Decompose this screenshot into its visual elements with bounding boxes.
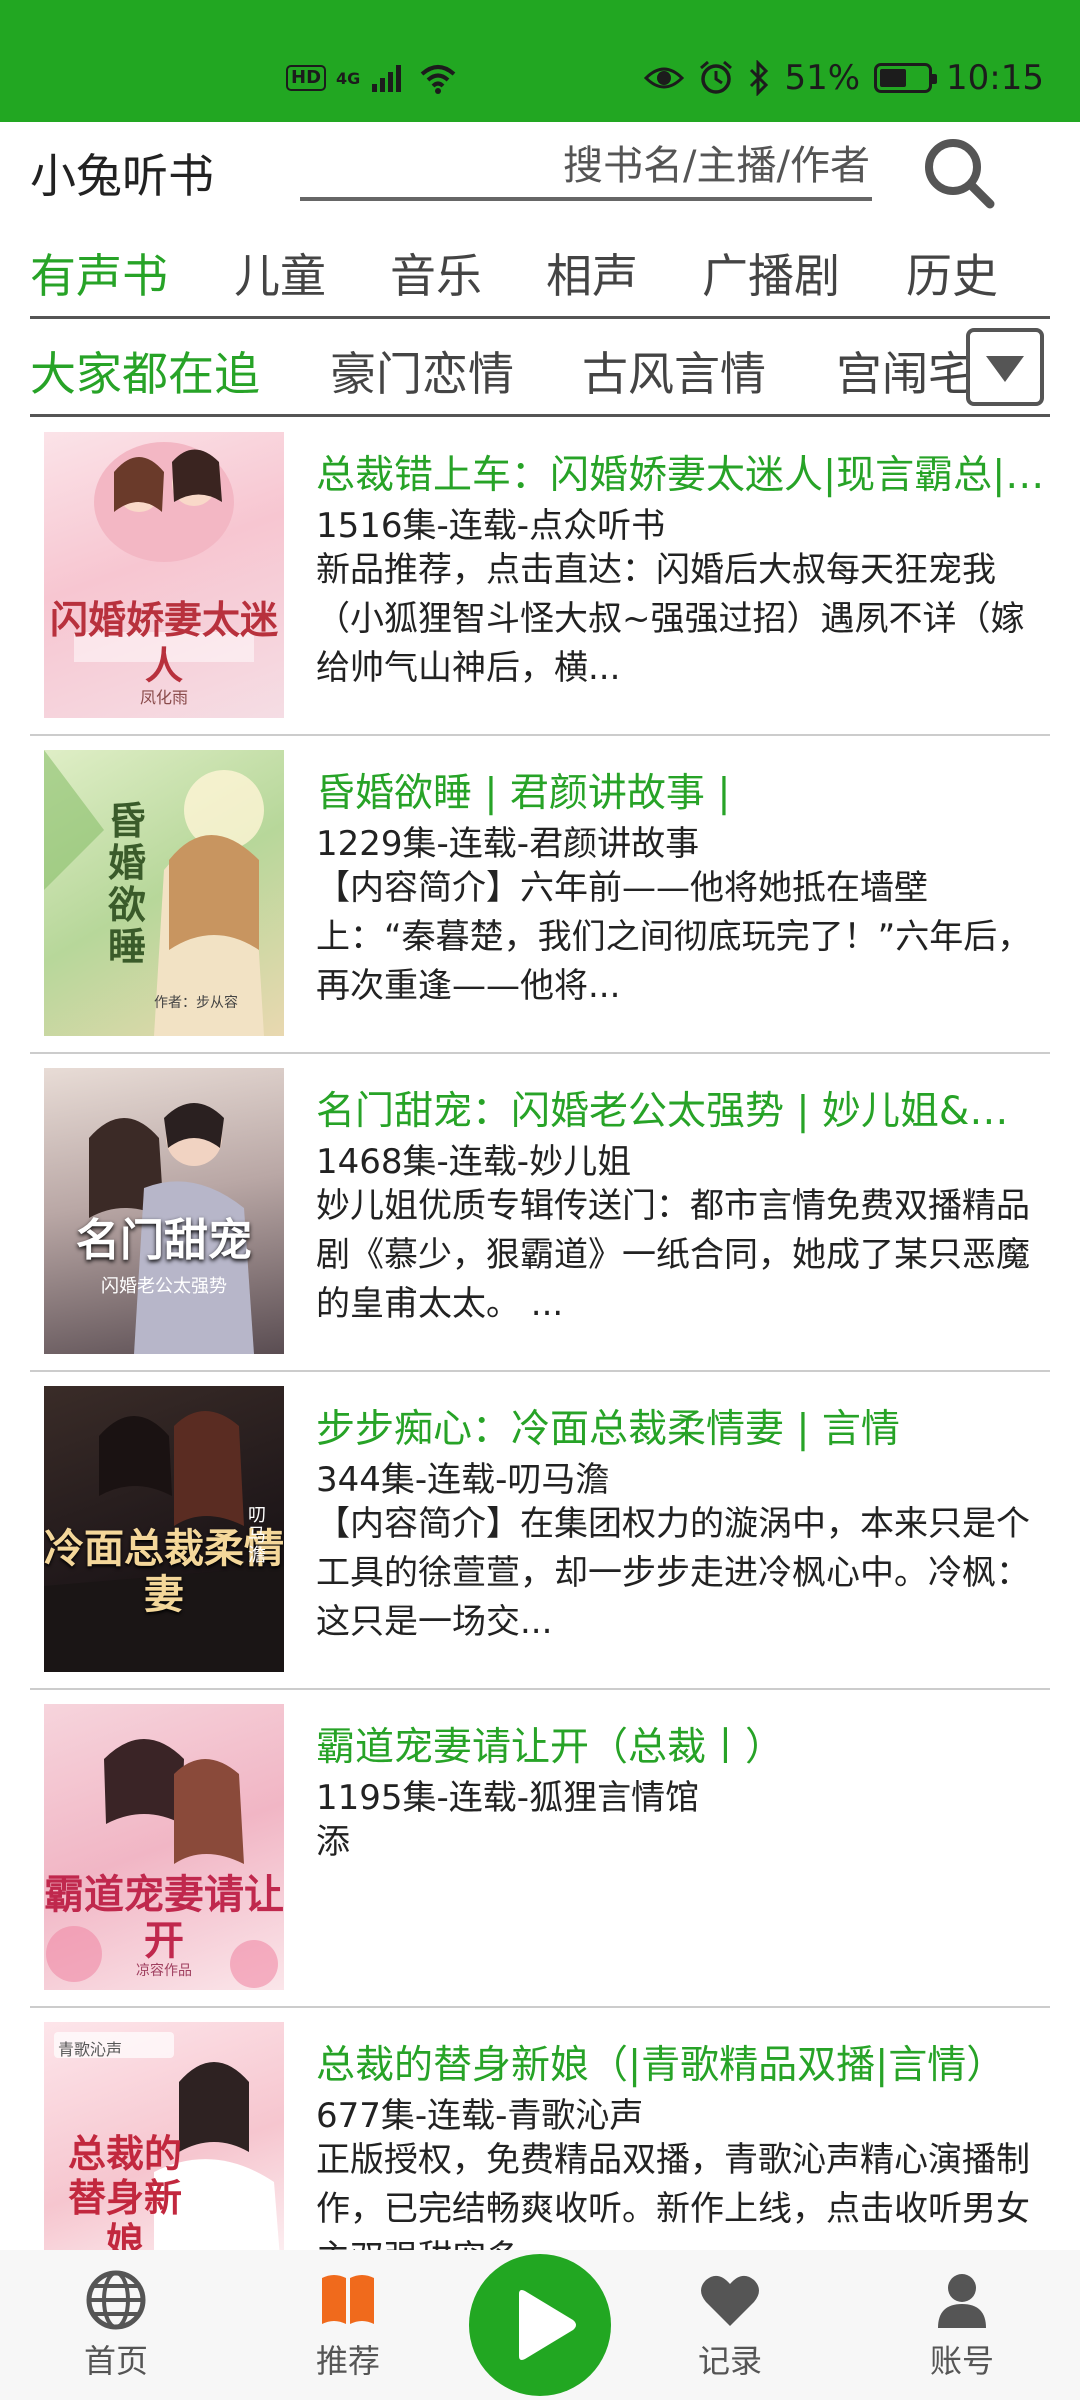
eye-icon [644, 67, 685, 89]
book-desc: 正版授权，免费精品双播，青歌沁声精心演播制作，已完结畅爽收听。新作上线，点击收听… [316, 2140, 1030, 2250]
clock: 10:15 [946, 58, 1044, 98]
sub-tabs: 大家都在追 豪门恋情 古风言情 宫闱宅斗 [0, 330, 1080, 410]
book-cover[interactable]: 闪婚娇妻太迷人 凤化雨 [44, 432, 284, 718]
book-cover[interactable]: 霸道宠妻请让开 凉容作品 [44, 1704, 284, 1990]
expand-tabs-button[interactable] [966, 328, 1044, 406]
cover-title: 霸道宠妻请让开 [44, 1871, 284, 1964]
wifi-icon [420, 65, 456, 94]
alarm-icon [700, 60, 733, 94]
user-icon [938, 2274, 986, 2328]
book-item[interactable]: 青歌沁声 总裁的替身新娘 总裁的替身新娘（|青歌精品双播|言情） 677集-连载… [0, 2008, 1080, 2250]
cover-title: 昏婚欲睡 [107, 798, 146, 969]
cover-title: 名门甜宠 [76, 1215, 252, 1266]
nav-recommend[interactable]: 推荐 [278, 2268, 418, 2382]
search-icon [925, 139, 995, 209]
tab-children[interactable]: 儿童 [234, 240, 326, 306]
book-title[interactable]: 昏婚欲睡 | 君颜讲故事 | [316, 762, 1046, 818]
play-icon [519, 2290, 576, 2360]
nav-recommend-label: 推荐 [315, 2342, 380, 2380]
tab-audiobook[interactable]: 有声书 [30, 240, 168, 306]
book-title[interactable]: 步步痴心：冷面总裁柔情妻 | 言情 [316, 1398, 1046, 1454]
book-cover[interactable]: 青歌沁声 总裁的替身新娘 [44, 2022, 284, 2250]
divider [30, 414, 1050, 417]
hd-badge: HD [286, 65, 327, 91]
play-button[interactable] [469, 2254, 611, 2396]
search-input[interactable] [300, 135, 872, 197]
book-title[interactable]: 霸道宠妻请让开（总裁丨） [316, 1716, 1046, 1772]
nav-account[interactable]: 账号 [892, 2268, 1032, 2382]
cover-author: 作者：步从容 [154, 995, 238, 1011]
cover-author: 青歌沁声 [58, 2040, 123, 2059]
bluetooth-icon [750, 60, 769, 96]
book-title[interactable]: 名门甜宠：闪婚老公太强势 | 妙儿姐&晓晓 [316, 1080, 1046, 1136]
book-meta: 1468集-连载-妙儿姐 [316, 1142, 632, 1182]
globe-icon [86, 2270, 146, 2330]
heart-icon [701, 2275, 759, 2326]
network-label: 4G [336, 68, 361, 88]
book-item[interactable]: 冷面总裁柔情妻 叨马澹 步步痴心：冷面总裁柔情妻 | 言情 344集-连载-叨马… [0, 1372, 1080, 1690]
signal-icon [372, 65, 402, 92]
cover-author: 凉容作品 [136, 1963, 192, 1979]
book-meta: 1195集-连载-狐狸言情馆 [316, 1778, 700, 1818]
battery-percent: 51% [784, 58, 861, 98]
nav-account-label: 账号 [929, 2342, 994, 2380]
book-title[interactable]: 总裁错上车：闪婚娇妻太迷人|现言霸总|甜宠 [316, 444, 1046, 500]
cover-author: 闪婚老公太强势 [101, 1276, 227, 1297]
book-meta: 677集-连载-青歌沁声 [316, 2096, 644, 2136]
cover-author: 凤化雨 [139, 688, 188, 707]
search-bar[interactable] [300, 135, 872, 201]
tab-crosstalk[interactable]: 相声 [546, 240, 638, 306]
cover-title: 总裁的替身新娘 [67, 2131, 182, 2251]
book-icon [322, 2275, 374, 2324]
category-tabs: 有声书 儿童 音乐 相声 广播剧 历史 [0, 240, 1080, 316]
book-desc: 妙儿姐优质专辑传送门：都市言情免费双播精品剧《慕少，狠霸道》一纸合同，她成了某只… [316, 1186, 1030, 1324]
book-title[interactable]: 总裁的替身新娘（|青歌精品双播|言情） [316, 2034, 1046, 2090]
book-cover[interactable]: 昏婚欲睡 作者：步从容 [44, 750, 284, 1036]
book-desc: 添 [316, 1822, 350, 1862]
search-button[interactable] [920, 134, 1000, 214]
book-desc: 【内容简介】六年前——他将她抵在墙壁上：“秦暮楚，我们之间彻底玩完了！”六年后，… [316, 868, 1032, 1006]
book-cover[interactable]: 名门甜宠 闪婚老公太强势 [44, 1068, 284, 1354]
status-right: 51% 10:15 [644, 56, 1044, 100]
book-item[interactable]: 昏婚欲睡 作者：步从容 昏婚欲睡 | 君颜讲故事 | 1229集-连载-君颜讲故… [0, 736, 1080, 1054]
nav-history-label: 记录 [697, 2342, 762, 2380]
book-meta: 344集-连载-叨马澹 [316, 1460, 610, 1500]
nav-history[interactable]: 记录 [660, 2268, 800, 2382]
book-meta: 1229集-连载-君颜讲故事 [316, 824, 700, 864]
subtab-rich-romance[interactable]: 豪门恋情 [330, 338, 514, 404]
tab-radio-drama[interactable]: 广播剧 [702, 240, 840, 306]
book-item[interactable]: 霸道宠妻请让开 凉容作品 霸道宠妻请让开（总裁丨） 1195集-连载-狐狸言情馆… [0, 1690, 1080, 2008]
status-bar: HD 4G 51% 10:15 [0, 0, 1080, 122]
app-title: 小兔听书 [30, 149, 214, 203]
book-cover[interactable]: 冷面总裁柔情妻 叨马澹 [44, 1386, 284, 1672]
book-desc: 【内容简介】在集团权力的漩涡中，本来只是个工具的徐萱萱，却一步步走进冷枫心中。冷… [316, 1504, 1030, 1642]
cover-title: 闪婚娇妻太迷人 [49, 597, 278, 688]
tab-history[interactable]: 历史 [906, 240, 998, 306]
divider [30, 316, 1050, 319]
book-list[interactable]: 闪婚娇妻太迷人 凤化雨 总裁错上车：闪婚娇妻太迷人|现言霸总|甜宠 1516集-… [0, 418, 1080, 2250]
nav-home[interactable]: 首页 [46, 2268, 186, 2382]
cover-author: 叨马澹 [248, 1505, 266, 1566]
chevron-down-icon [986, 356, 1024, 382]
book-meta: 1516集-连载-点众听书 [316, 506, 666, 546]
status-left: HD 4G [286, 56, 458, 100]
nav-home-label: 首页 [83, 2342, 148, 2380]
battery-icon [874, 63, 938, 93]
subtab-popular[interactable]: 大家都在追 [30, 338, 260, 404]
subtab-ancient-romance[interactable]: 古风言情 [582, 338, 766, 404]
tab-music[interactable]: 音乐 [390, 240, 482, 306]
book-item[interactable]: 闪婚娇妻太迷人 凤化雨 总裁错上车：闪婚娇妻太迷人|现言霸总|甜宠 1516集-… [0, 418, 1080, 736]
book-item[interactable]: 名门甜宠 闪婚老公太强势 名门甜宠：闪婚老公太强势 | 妙儿姐&晓晓 1468集… [0, 1054, 1080, 1372]
book-desc: 新品推荐，点击直达：闪婚后大叔每天狂宠我（小狐狸智斗怪大叔~强强过招）遇夙不详（… [316, 550, 1025, 688]
